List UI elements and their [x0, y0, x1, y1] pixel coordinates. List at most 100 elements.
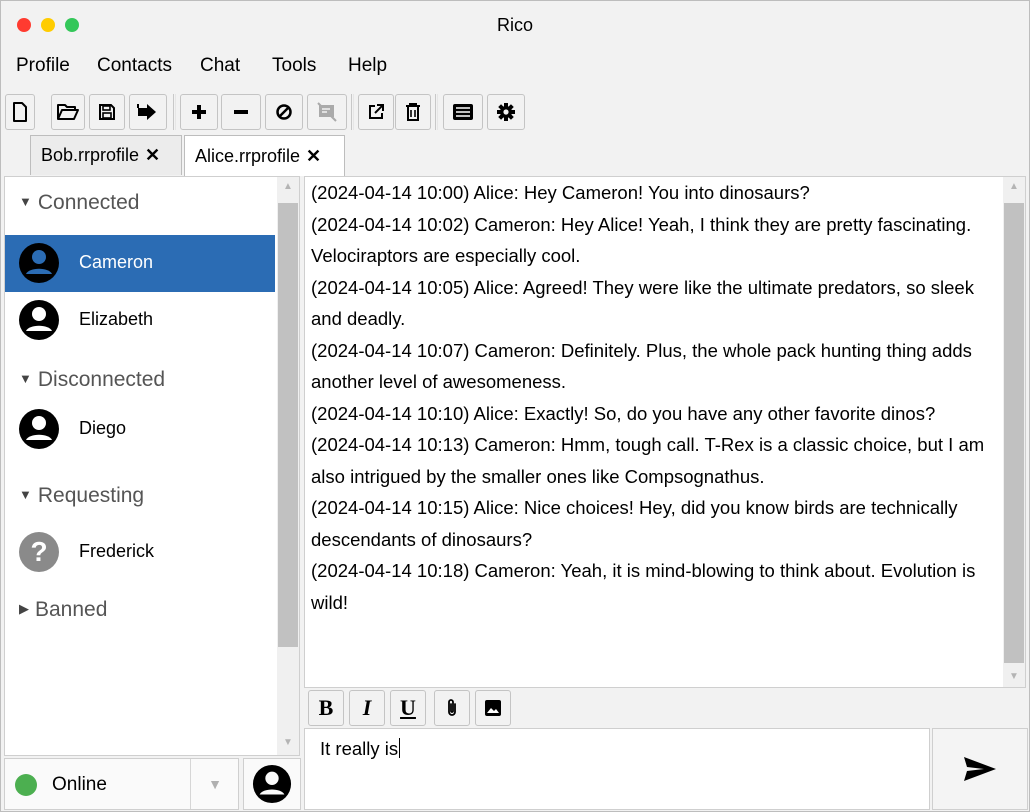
add-contact-button[interactable]: [180, 94, 218, 130]
scroll-up-icon[interactable]: ▲: [1009, 181, 1019, 192]
open-profile-button[interactable]: [51, 94, 85, 130]
contact-item-diego[interactable]: Diego: [5, 401, 275, 458]
block-contact-button[interactable]: [265, 94, 303, 130]
save-icon: [99, 104, 115, 120]
hide-message-button[interactable]: [307, 94, 347, 130]
menu-profile[interactable]: Profile: [16, 55, 70, 77]
scrollbar-thumb[interactable]: [1004, 203, 1024, 663]
text-cursor: [399, 738, 401, 758]
trash-icon: [406, 103, 420, 121]
contact-name: Cameron: [79, 252, 154, 272]
chat-message: (2024-04-14 10:02) Cameron: Hey Alice! Y…: [311, 213, 972, 267]
open-external-button[interactable]: [358, 94, 394, 130]
menu-chat[interactable]: Chat: [200, 55, 240, 77]
user-avatar-icon: [252, 764, 292, 804]
paperclip-icon: [448, 699, 456, 716]
chevron-down-icon: ▼: [208, 776, 222, 792]
window-title: Rico: [496, 15, 533, 35]
group-banned[interactable]: ▶ Banned: [19, 598, 107, 622]
caret-down-icon: ▼: [19, 487, 32, 502]
italic-button[interactable]: I: [349, 690, 385, 726]
sign-out-icon: [137, 104, 156, 120]
group-label: Disconnected: [37, 368, 166, 391]
chat-message: (2024-04-14 10:15) Alice: Nice choices! …: [311, 497, 958, 550]
scroll-down-icon[interactable]: ▼: [283, 737, 293, 748]
chat-scrollbar[interactable]: ▲ ▼: [1003, 177, 1025, 687]
contact-item-elizabeth[interactable]: Elizabeth: [5, 292, 275, 349]
group-label: Requesting: [37, 484, 145, 507]
close-tab-icon[interactable]: ✕: [306, 146, 321, 167]
close-tab-icon[interactable]: ✕: [145, 145, 160, 166]
attach-file-button[interactable]: [434, 690, 470, 726]
insert-image-button[interactable]: [475, 690, 511, 726]
underline-button[interactable]: U: [390, 690, 426, 726]
add-icon: [192, 105, 206, 119]
message-input-text: It really is: [320, 738, 401, 760]
chat-message: (2024-04-14 10:18) Cameron: Yeah, it is …: [311, 560, 976, 613]
view-list-button[interactable]: [443, 94, 483, 130]
save-profile-button[interactable]: [89, 94, 125, 130]
scrollbar-thumb[interactable]: [278, 203, 298, 647]
remove-icon: [234, 110, 248, 114]
svg-text:?: ?: [30, 536, 47, 567]
block-icon: [276, 104, 292, 120]
unknown-user-icon: ?: [19, 532, 59, 572]
open-folder-icon: [57, 104, 79, 120]
caret-down-icon: ▼: [19, 371, 32, 386]
online-status-icon: [15, 774, 37, 796]
new-file-icon: [13, 102, 27, 122]
contact-name: Elizabeth: [79, 309, 154, 329]
logout-button[interactable]: [129, 94, 167, 130]
chat-message: (2024-04-14 10:07) Cameron: Definitely. …: [311, 339, 972, 393]
contact-item-cameron[interactable]: Cameron: [5, 235, 275, 292]
contact-name: Diego: [79, 418, 127, 438]
input-value: It really is: [320, 738, 399, 759]
caret-down-icon: ▼: [19, 194, 32, 209]
chat-history: (2024-04-14 10:00) Alice: Hey Cameron! Y…: [304, 176, 1026, 688]
chat-message: (2024-04-14 10:05) Alice: Agreed! They w…: [311, 276, 974, 330]
toolbar-separator: [351, 94, 354, 130]
send-button[interactable]: [932, 728, 1028, 810]
tab-bob-profile[interactable]: Bob.rrprofile ✕: [30, 135, 182, 175]
caret-right-icon: ▶: [19, 601, 29, 616]
tab-label: Bob.rrprofile: [41, 145, 140, 165]
bold-button[interactable]: B: [308, 690, 344, 726]
contacts-panel: ▼ Connected Cameron Elizabeth ▼ Disconnect…: [4, 176, 300, 756]
new-profile-button[interactable]: [5, 94, 35, 130]
menu-help[interactable]: Help: [348, 55, 387, 77]
hide-message-icon: [317, 102, 337, 122]
scroll-down-icon[interactable]: ▼: [1009, 671, 1019, 682]
menu-contacts[interactable]: Contacts: [97, 55, 172, 77]
format-toolbar: B I U: [304, 688, 1026, 728]
my-profile-avatar-button[interactable]: [243, 758, 301, 810]
message-input[interactable]: It really is: [304, 728, 930, 810]
send-icon: [964, 757, 996, 781]
delete-button[interactable]: [395, 94, 431, 130]
toolbar-separator: [435, 94, 438, 130]
group-connected[interactable]: ▼ Connected: [19, 191, 139, 215]
group-label: Banned: [35, 598, 108, 621]
tab-label: Alice.rrprofile: [195, 145, 301, 166]
group-label: Connected: [37, 191, 140, 214]
user-avatar-icon: [19, 409, 59, 449]
user-avatar-icon: [19, 243, 59, 283]
contact-item-frederick[interactable]: ? Frederick: [5, 524, 275, 581]
group-requesting[interactable]: ▼ Requesting: [19, 484, 144, 508]
title-bar: Rico: [1, 1, 1029, 47]
chat-message: (2024-04-14 10:00) Alice: Hey Cameron! Y…: [311, 182, 810, 203]
settings-button[interactable]: [487, 94, 525, 130]
message-list: (2024-04-14 10:00) Alice: Hey Cameron! Y…: [311, 177, 1003, 618]
status-dropdown-button[interactable]: ▼: [190, 759, 239, 809]
scroll-up-icon[interactable]: ▲: [283, 181, 293, 192]
app-window: Rico Profile Contacts Chat Tools Help Bo…: [0, 0, 1030, 812]
group-disconnected[interactable]: ▼ Disconnected: [19, 368, 165, 392]
remove-contact-button[interactable]: [221, 94, 261, 130]
contacts-scrollbar[interactable]: ▲ ▼: [277, 177, 299, 755]
chat-message: (2024-04-14 10:10) Alice: Exactly! So, d…: [311, 402, 936, 424]
tab-alice-profile[interactable]: Alice.rrprofile ✕: [184, 135, 345, 176]
menu-tools[interactable]: Tools: [272, 55, 316, 77]
gear-icon: [497, 103, 515, 121]
contact-name: Frederick: [79, 541, 155, 561]
status-selector[interactable]: Online ▼: [4, 758, 239, 810]
user-avatar-icon: [19, 300, 59, 340]
